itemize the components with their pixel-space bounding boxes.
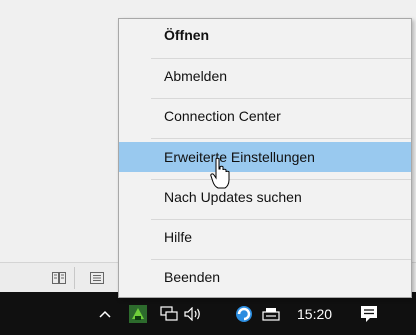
- menu-item-check-updates[interactable]: Nach Updates suchen: [119, 182, 411, 212]
- volume-icon[interactable]: [182, 292, 204, 335]
- menu-separator: [151, 179, 411, 180]
- menu-item-label: Abmelden: [164, 68, 228, 84]
- document-icon[interactable]: [87, 269, 107, 287]
- book-icon[interactable]: [49, 269, 69, 287]
- menu-item-exit[interactable]: Beenden: [119, 262, 411, 292]
- strip-divider: [74, 267, 75, 289]
- menu-item-label: Beenden: [164, 269, 221, 285]
- network-icon[interactable]: [158, 292, 180, 335]
- clock[interactable]: 15:20: [297, 292, 332, 335]
- context-menu: Öffnen Abmelden Connection Center Erweit…: [118, 18, 412, 298]
- menu-separator: [151, 98, 411, 99]
- menu-separator: [151, 138, 411, 139]
- notification-icon[interactable]: [354, 292, 384, 335]
- mouse-cursor-icon: [210, 157, 230, 190]
- citrix-receiver-icon[interactable]: [126, 292, 150, 335]
- menu-item-help[interactable]: Hilfe: [119, 222, 411, 252]
- menu-separator: [151, 58, 411, 59]
- menu-item-open[interactable]: Öffnen: [119, 20, 411, 50]
- menu-separator: [151, 219, 411, 220]
- menu-item-advanced-settings[interactable]: Erweiterte Einstellungen: [119, 142, 411, 172]
- keyboard-icon[interactable]: [260, 292, 282, 335]
- menu-item-label: Erweiterte Einstellungen: [164, 149, 315, 165]
- menu-separator: [151, 259, 411, 260]
- menu-item-connection-center[interactable]: Connection Center: [119, 101, 411, 131]
- taskbar: 15:20: [0, 292, 416, 335]
- menu-item-label: Nach Updates suchen: [164, 189, 302, 205]
- browser-icon[interactable]: [233, 292, 255, 335]
- menu-item-label: Öffnen: [164, 27, 210, 43]
- menu-item-label: Connection Center: [164, 108, 281, 124]
- menu-item-label: Hilfe: [164, 229, 193, 245]
- chevron-up-icon[interactable]: [94, 292, 116, 335]
- menu-item-logout[interactable]: Abmelden: [119, 61, 411, 91]
